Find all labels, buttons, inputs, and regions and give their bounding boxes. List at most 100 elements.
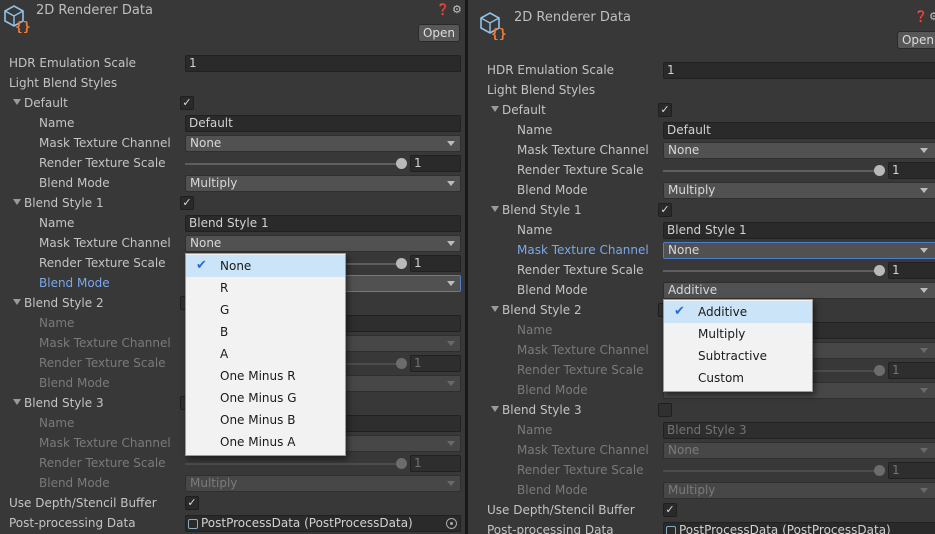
popup-option[interactable]: Custom [664, 367, 812, 389]
gear-icon[interactable]: ⚙ [452, 3, 462, 16]
mask-dropdown[interactable]: None [663, 142, 935, 159]
use-depth-checkbox[interactable]: ✓ [663, 503, 677, 517]
light-blend-styles-label: Light Blend Styles [9, 76, 118, 90]
foldout-default[interactable]: Default ✓ [0, 94, 465, 114]
hdr-input[interactable]: 1 [185, 55, 461, 72]
foldout-arrow-icon[interactable] [491, 406, 499, 412]
mask-dropdown[interactable]: None [185, 135, 461, 152]
rts-slider-handle[interactable] [874, 465, 885, 476]
svg-text:{}: {} [491, 27, 507, 40]
rts-input[interactable]: 1 [888, 462, 935, 479]
rts-input[interactable]: 1 [410, 455, 461, 472]
use-depth-checkbox[interactable]: ✓ [185, 496, 199, 510]
foldout-blend-style-1[interactable]: Blend Style 1 ✓ [0, 194, 465, 214]
mask-dropdown[interactable]: None [663, 442, 935, 459]
asset-icon [666, 526, 676, 534]
rts-input[interactable]: 1 [888, 262, 935, 279]
enable-checkbox[interactable] [658, 403, 672, 417]
rts-slider[interactable] [663, 270, 881, 272]
rts-input[interactable]: 1 [410, 355, 461, 372]
rts-slider-handle[interactable] [874, 165, 885, 176]
name-input[interactable]: Blend Style 3 [663, 422, 935, 439]
blend-mode-dropdown[interactable]: Multiply [663, 182, 935, 199]
enable-checkbox[interactable]: ✓ [180, 96, 194, 110]
popup-option-label: One Minus G [220, 391, 297, 405]
blend-mode-dropdown[interactable]: Multiply [185, 475, 461, 492]
blend-mode-row: Blend Mode Multiply [468, 481, 935, 501]
popup-option[interactable]: One Minus R [186, 365, 345, 387]
foldout-arrow-icon[interactable] [13, 199, 21, 205]
popup-option[interactable]: One Minus B [186, 409, 345, 431]
foldout-label: Blend Style 1 [24, 196, 104, 210]
enable-checkbox[interactable]: ✓ [180, 196, 194, 210]
hdr-input[interactable]: 1 [663, 62, 935, 79]
foldout-blend-style-1[interactable]: Blend Style 1 ✓ [468, 201, 935, 221]
enable-checkbox[interactable]: ✓ [658, 203, 672, 217]
chevron-down-icon [447, 341, 455, 346]
foldout-arrow-icon[interactable] [491, 306, 499, 312]
blend-mode-label: Blend Mode [517, 383, 588, 397]
rts-input[interactable]: 1 [410, 255, 461, 272]
rts-slider-handle[interactable] [874, 365, 885, 376]
popup-option[interactable]: Multiply [664, 323, 812, 345]
foldout-blend-style-3[interactable]: Blend Style 3 [468, 401, 935, 421]
name-label: Name [517, 423, 553, 437]
popup-option[interactable]: Subtractive [664, 345, 812, 367]
foldout-arrow-icon[interactable] [491, 206, 499, 212]
asset-icon [188, 519, 198, 529]
mask-dropdown[interactable]: None [663, 242, 935, 259]
help-icon[interactable]: ❓ [914, 10, 928, 23]
foldout-arrow-icon[interactable] [13, 299, 21, 305]
rts-input[interactable]: 1 [888, 162, 935, 179]
blend-mode-dropdown[interactable]: Multiply [663, 482, 935, 499]
rts-slider[interactable] [663, 470, 881, 472]
name-input[interactable]: Blend Style 1 [185, 215, 461, 232]
mask-dropdown[interactable]: None [185, 235, 461, 252]
popup-option[interactable]: ✔ Additive [664, 301, 812, 323]
open-button[interactable]: Open [897, 31, 935, 49]
use-depth-label: Use Depth/Stencil Buffer [9, 496, 157, 510]
help-icon[interactable]: ❓ [436, 3, 450, 16]
foldout-arrow-icon[interactable] [13, 99, 21, 105]
object-picker-icon[interactable] [446, 518, 457, 529]
rts-input[interactable]: 1 [410, 155, 461, 172]
rts-slider-handle[interactable] [396, 358, 407, 369]
rts-slider-handle[interactable] [396, 158, 407, 169]
post-processing-row: Post-processing Data PostProcessData (Po… [0, 514, 465, 534]
blend-mode-popup: ✔ Additive Multiply Subtractive Custom [663, 299, 813, 392]
mask-row: Mask Texture Channel None [468, 141, 935, 161]
popup-option[interactable]: G [186, 299, 345, 321]
rts-slider[interactable] [185, 463, 403, 465]
foldout-arrow-icon[interactable] [13, 399, 21, 405]
rts-input[interactable]: 1 [888, 362, 935, 379]
name-input[interactable]: Default [663, 122, 935, 139]
post-processing-object-field[interactable]: PostProcessData (PostProcessData) [663, 522, 935, 534]
open-button[interactable]: Open [418, 24, 460, 42]
enable-checkbox[interactable]: ✓ [658, 103, 672, 117]
blend-mode-dropdown[interactable]: Additive [663, 282, 935, 299]
rts-slider-handle[interactable] [874, 265, 885, 276]
popup-option[interactable]: ✔ None [186, 255, 345, 277]
foldout-arrow-icon[interactable] [491, 106, 499, 112]
post-processing-object-field[interactable]: PostProcessData (PostProcessData) [185, 515, 461, 532]
use-depth-row: Use Depth/Stencil Buffer ✓ [468, 501, 935, 521]
rts-slider[interactable] [663, 170, 881, 172]
popup-option[interactable]: One Minus G [186, 387, 345, 409]
name-input[interactable]: Blend Style 1 [663, 222, 935, 239]
popup-option[interactable]: R [186, 277, 345, 299]
rts-slider[interactable] [185, 163, 403, 165]
rts-slider-handle[interactable] [396, 258, 407, 269]
popup-option[interactable]: B [186, 321, 345, 343]
rts-slider-handle[interactable] [396, 458, 407, 469]
foldout-label: Blend Style 3 [24, 396, 104, 410]
popup-option[interactable]: One Minus A [186, 431, 345, 453]
blend-mode-dropdown[interactable]: Multiply [185, 175, 461, 192]
gear-icon[interactable]: ⚙ [929, 10, 935, 23]
name-row: Name Default [0, 114, 465, 134]
popup-option[interactable]: A [186, 343, 345, 365]
foldout-default[interactable]: Default ✓ [468, 101, 935, 121]
name-input[interactable]: Default [185, 115, 461, 132]
chevron-down-icon [920, 488, 928, 493]
blend-mode-value: Additive [668, 283, 718, 297]
blend-mode-value: Multiply [190, 176, 238, 190]
